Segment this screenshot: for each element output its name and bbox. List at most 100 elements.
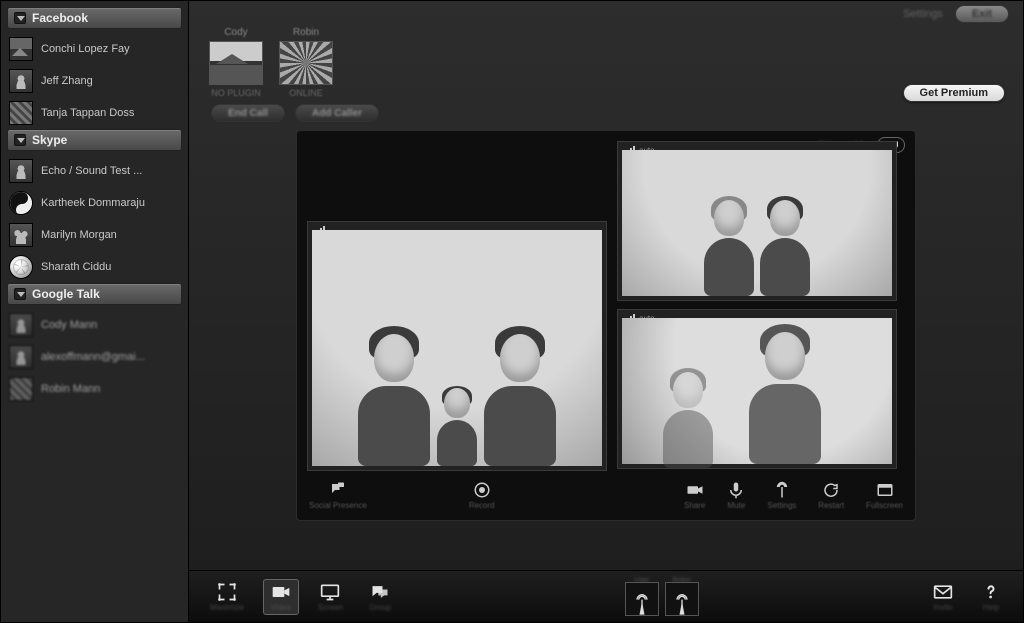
microphone-icon [727, 481, 745, 499]
caller-card[interactable]: Robin ONLINE [279, 27, 333, 98]
settings-button[interactable]: Settings [767, 481, 796, 510]
mail-icon [932, 582, 954, 602]
toolbar-label: Share [684, 501, 705, 510]
expand-icon [216, 582, 238, 602]
get-premium-button[interactable]: Get Premium [903, 84, 1005, 102]
chevron-down-icon [14, 134, 26, 146]
sidebar-section-googletalk[interactable]: Google Talk [7, 283, 182, 305]
app-window: Facebook Conchi Lopez Fay Jeff Zhang Tan… [0, 0, 1024, 623]
bandwidth-peer-card[interactable]: Robin [665, 577, 699, 616]
toolbar-label: Fullscreen [866, 501, 903, 510]
dock-label: Video [271, 603, 291, 612]
record-button[interactable]: Record [469, 481, 495, 510]
contact-item[interactable]: Tanja Tappan Doss [7, 97, 182, 129]
contact-item[interactable]: Marilyn Morgan [7, 219, 182, 251]
mute-button[interactable]: Mute [727, 481, 745, 510]
sidebar-section-facebook[interactable]: Facebook [7, 7, 182, 29]
add-caller-label: Add Caller [312, 108, 362, 119]
video-grid: auto auto [307, 141, 905, 471]
toolbar-label: Mute [727, 501, 745, 510]
screen-share-button[interactable]: Screen [311, 579, 350, 615]
avatar-icon [9, 223, 33, 247]
video-tile-main[interactable] [307, 221, 607, 471]
dock-label: Group [369, 603, 391, 612]
share-button[interactable]: Share [684, 481, 705, 510]
camera-icon [270, 582, 292, 602]
video-feed [622, 318, 892, 464]
contact-item[interactable]: Conchi Lopez Fay [7, 33, 182, 65]
contact-item[interactable]: Jeff Zhang [7, 65, 182, 97]
video-tile[interactable]: auto [617, 141, 897, 301]
avatar-icon [9, 377, 33, 401]
monitor-icon [319, 582, 341, 602]
invite-button[interactable]: Invite [925, 579, 961, 615]
sidebar-section-title: Google Talk [32, 287, 100, 301]
antenna-icon [672, 591, 692, 615]
contact-item[interactable]: Robin Mann [7, 373, 182, 405]
antenna-icon [773, 481, 791, 499]
chevron-down-icon [14, 12, 26, 24]
sidebar-section-title: Facebook [32, 11, 88, 25]
bandwidth-user-card[interactable]: User [625, 577, 659, 616]
restart-button[interactable]: Restart [818, 481, 844, 510]
maximize-button[interactable]: Maximize [203, 579, 251, 615]
contact-item[interactable]: Echo / Sound Test ... [7, 155, 182, 187]
camera-icon [686, 481, 704, 499]
exit-label: Exit [972, 8, 992, 20]
antenna-icon [632, 591, 652, 615]
toolbar-label: Settings [767, 501, 796, 510]
avatar-icon [9, 191, 33, 215]
caller-thumbnail [279, 41, 333, 85]
contact-name: Sharath Ciddu [41, 261, 111, 273]
social-presence-button[interactable]: Social Presence [309, 481, 367, 510]
promo-area: Get Premium [903, 83, 1005, 102]
contact-name: Robin Mann [41, 383, 100, 395]
chat-icon [369, 582, 391, 602]
chevron-down-icon [14, 288, 26, 300]
dock-label: Screen [318, 603, 343, 612]
end-call-label: End Call [228, 108, 268, 119]
contact-item[interactable]: alexoffmann@gmai... [7, 341, 182, 373]
help-button[interactable]: Help [973, 579, 1009, 615]
avatar-icon [9, 345, 33, 369]
caller-status: NO PLUGIN [211, 88, 261, 98]
dock-label: Maximize [210, 603, 244, 612]
contact-name: Marilyn Morgan [41, 229, 117, 241]
exit-button[interactable]: Exit [955, 5, 1009, 23]
video-tile[interactable]: auto [617, 309, 897, 469]
fullscreen-button[interactable]: Fullscreen [866, 481, 903, 510]
presence-icon [329, 481, 347, 499]
video-feed [622, 150, 892, 296]
sidebar-section-skype[interactable]: Skype [7, 129, 182, 151]
stage-toolbar: Social Presence Record Share [307, 477, 905, 510]
fullscreen-icon [876, 481, 894, 499]
help-icon [980, 582, 1002, 602]
caller-name: Robin [293, 27, 319, 38]
sidebar: Facebook Conchi Lopez Fay Jeff Zhang Tan… [1, 1, 189, 622]
contact-item[interactable]: Cody Mann [7, 309, 182, 341]
contact-item[interactable]: Sharath Ciddu [7, 251, 182, 283]
contact-item[interactable]: Kartheek Dommaraju [7, 187, 182, 219]
topbar: Settings Exit [189, 1, 1023, 27]
caller-card[interactable]: Cody NO PLUGIN [209, 27, 263, 98]
stage-wrap: Powered by IVU auto [189, 130, 1023, 570]
avatar-icon [9, 313, 33, 337]
settings-link[interactable]: Settings [903, 8, 943, 20]
get-premium-label: Get Premium [920, 87, 988, 99]
end-call-button[interactable]: End Call [211, 104, 285, 122]
video-feed [312, 230, 602, 466]
video-mode-button[interactable]: Video [263, 579, 299, 615]
antenna-label: User [634, 577, 649, 584]
contact-name: Conchi Lopez Fay [41, 43, 130, 55]
contact-name: Kartheek Dommaraju [41, 197, 145, 209]
avatar-icon [9, 69, 33, 93]
refresh-icon [822, 481, 840, 499]
add-caller-button[interactable]: Add Caller [295, 104, 379, 122]
toolbar-label: Social Presence [309, 501, 367, 510]
bottom-dock: Maximize Video Screen Group User [189, 570, 1023, 622]
group-chat-button[interactable]: Group [362, 579, 398, 615]
contact-name: Tanja Tappan Doss [41, 107, 134, 119]
contact-name: Echo / Sound Test ... [41, 165, 142, 177]
avatar-icon [9, 37, 33, 61]
antenna-label: Robin [673, 577, 691, 584]
